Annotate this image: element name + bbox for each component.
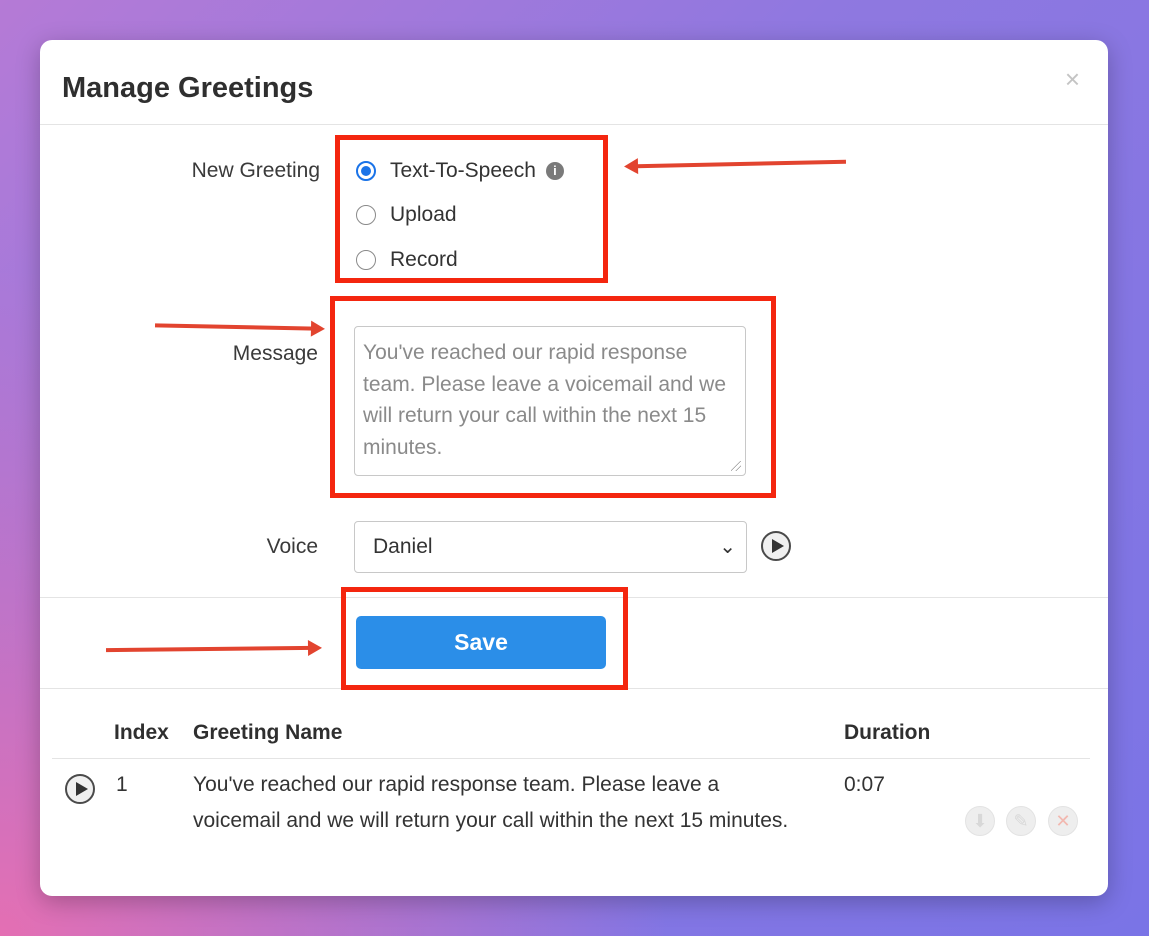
new-greeting-label: New Greeting [191,159,320,182]
voice-label: Voice [266,535,318,558]
close-icon[interactable]: × [1065,64,1080,95]
header-divider [40,124,1108,125]
message-label: Message [232,342,318,365]
annotation-box-message [330,296,776,498]
column-header-greeting-name: Greeting Name [193,721,343,744]
annotation-box-greeting-type [335,135,608,283]
edit-icon[interactable]: ✎ [1006,806,1036,836]
chevron-down-icon: ⌄ [719,536,736,558]
table-header-divider [52,758,1090,759]
row-duration: 0:07 [844,773,885,796]
annotation-arrow-save [105,645,313,653]
annotation-arrow-greeting-type [635,159,847,169]
annotation-box-save [341,587,628,690]
column-header-duration: Duration [844,721,931,744]
play-voice-icon[interactable] [761,531,791,561]
column-header-index: Index [114,721,169,744]
manage-greetings-modal: Manage Greetings × New Greeting Text-To-… [40,40,1108,896]
modal-title: Manage Greetings [62,72,314,104]
row-index: 1 [116,773,128,796]
voice-select[interactable]: Daniel ⌄ [354,521,747,573]
play-greeting-icon[interactable] [65,774,95,804]
voice-selected-value: Daniel [373,535,433,558]
download-icon[interactable]: ⬇ [965,806,995,836]
delete-icon[interactable]: ✕ [1048,806,1078,836]
row-greeting-name: You've reached our rapid response team. … [193,773,789,832]
annotation-arrow-message [154,323,316,331]
